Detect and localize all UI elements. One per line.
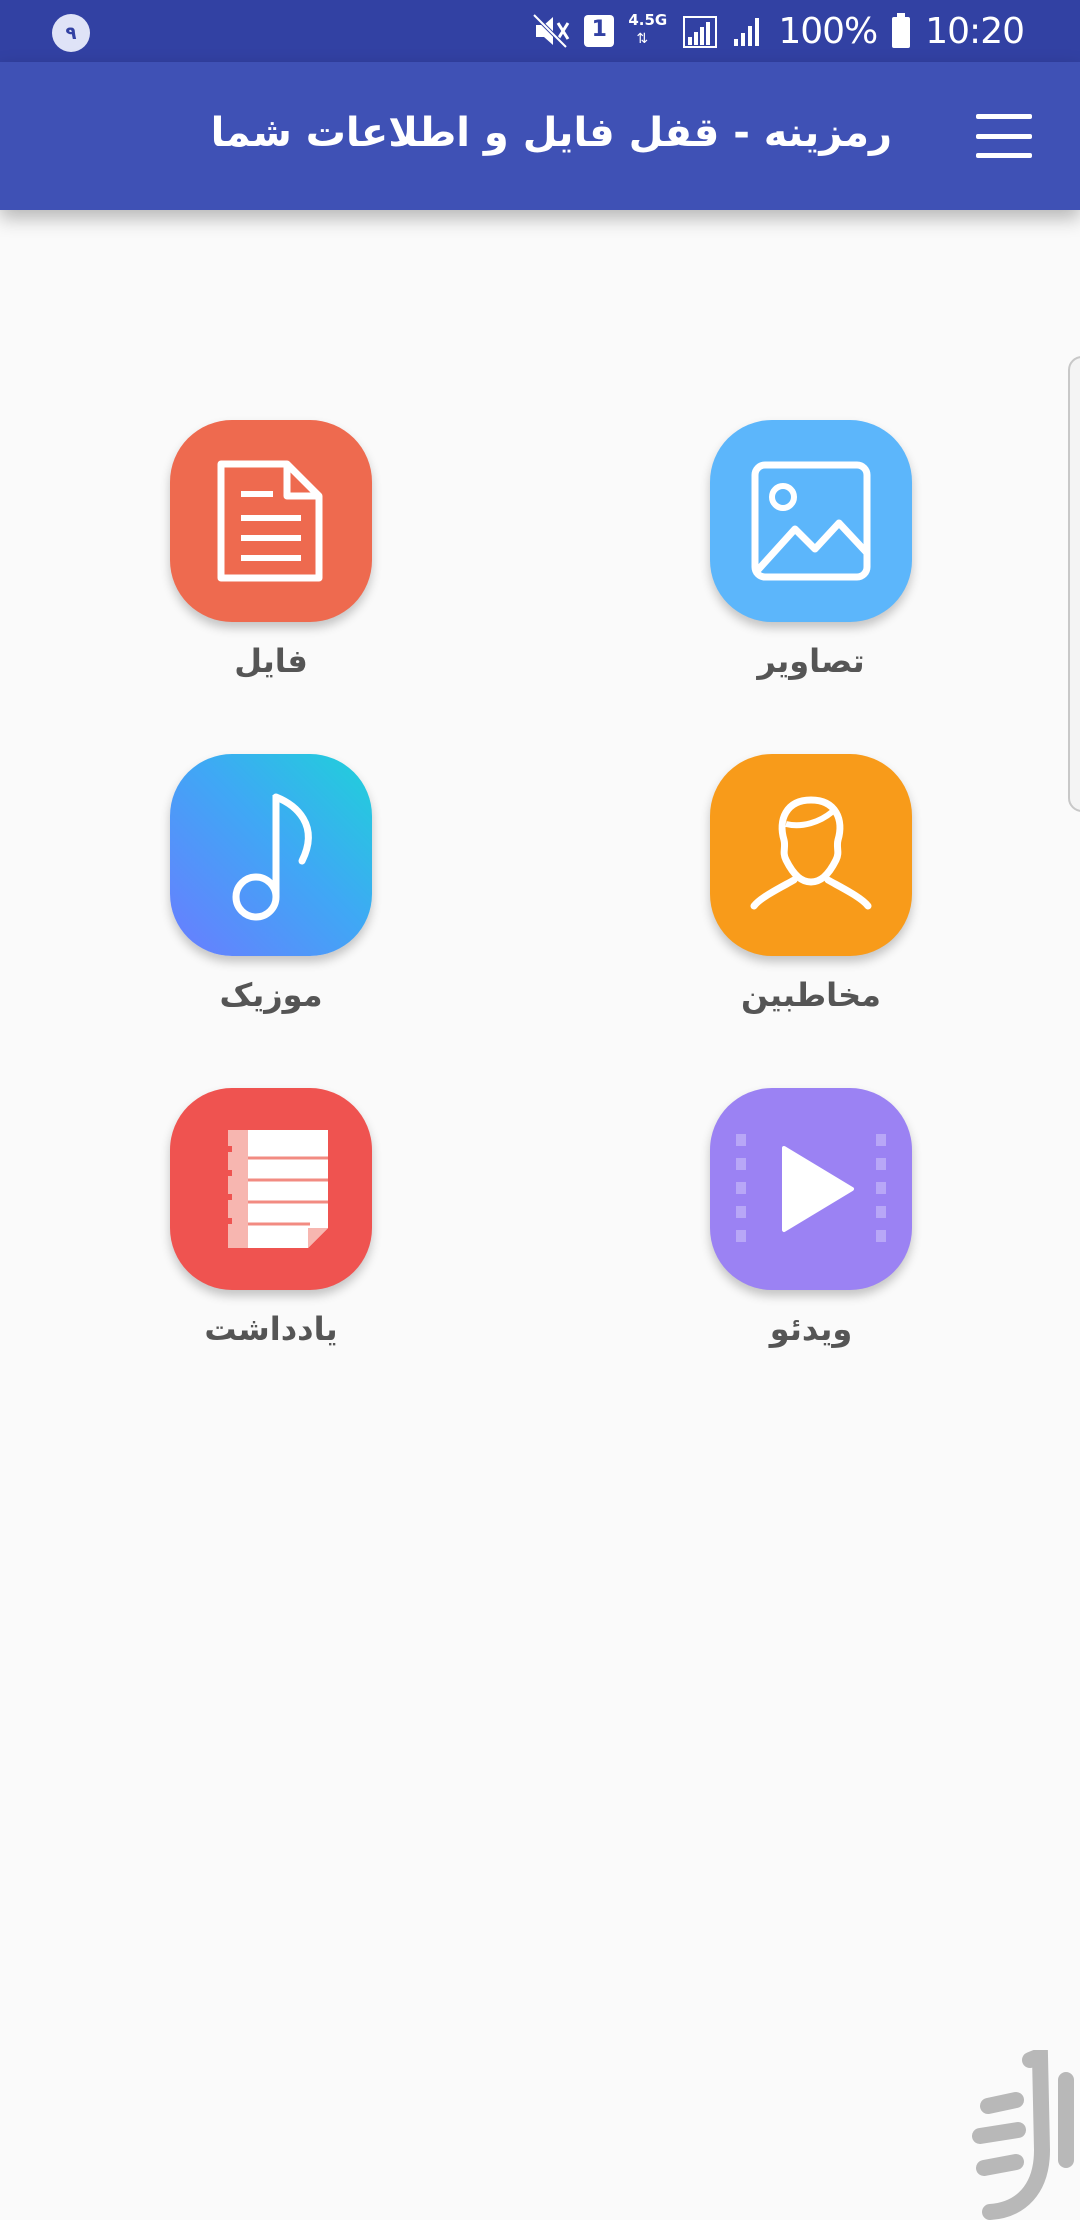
- tile-images[interactable]: تصاویر: [680, 420, 940, 720]
- status-bar: ۹ 1 4.5G ⇅ 100% 10:20: [0, 0, 1080, 62]
- tile-label: ویدئو: [769, 1310, 853, 1348]
- sim-icon: 1: [584, 15, 615, 47]
- tile-notes[interactable]: یادداشت: [140, 1088, 400, 1388]
- tile-label: موزیک: [219, 976, 323, 1014]
- battery-percent: 100%: [778, 10, 878, 52]
- clock: 10:20: [925, 10, 1025, 52]
- mute-icon: [532, 13, 570, 49]
- music-note-icon: [170, 754, 372, 956]
- tile-contacts[interactable]: مخاطبین: [680, 754, 940, 1054]
- tile-music[interactable]: موزیک: [140, 754, 400, 1054]
- tile-label: فایل: [234, 642, 308, 680]
- notification-badge: ۹: [52, 14, 90, 52]
- contact-person-icon: [710, 754, 912, 956]
- hamburger-menu-icon[interactable]: [976, 114, 1032, 158]
- document-icon: [170, 420, 372, 622]
- tile-file[interactable]: فایل: [140, 420, 400, 720]
- status-icons: 1 4.5G ⇅ 100% 10:20: [532, 0, 1025, 62]
- watermark-logo: [972, 2050, 1074, 2220]
- sim-label: 1: [591, 17, 607, 42]
- network-label: 4.5G: [628, 11, 668, 29]
- signal-strength-icon: [734, 18, 760, 46]
- network-type: 4.5G ⇅: [628, 11, 668, 47]
- signal-bars-icon: [683, 16, 718, 48]
- page-title: رمزینه - قفل فایل و اطلاعات شما: [210, 110, 892, 156]
- tile-video[interactable]: ویدئو: [680, 1088, 940, 1388]
- notes-icon: [170, 1088, 372, 1290]
- edge-panel-handle[interactable]: [1068, 356, 1080, 812]
- tile-label: یادداشت: [204, 1310, 338, 1348]
- video-play-icon: [710, 1088, 912, 1290]
- tile-label: مخاطبین: [741, 976, 881, 1014]
- image-icon: [710, 420, 912, 622]
- battery-icon: [892, 13, 911, 48]
- tile-label: تصاویر: [757, 642, 865, 680]
- app-bar: رمزینه - قفل فایل و اطلاعات شما: [0, 62, 1080, 210]
